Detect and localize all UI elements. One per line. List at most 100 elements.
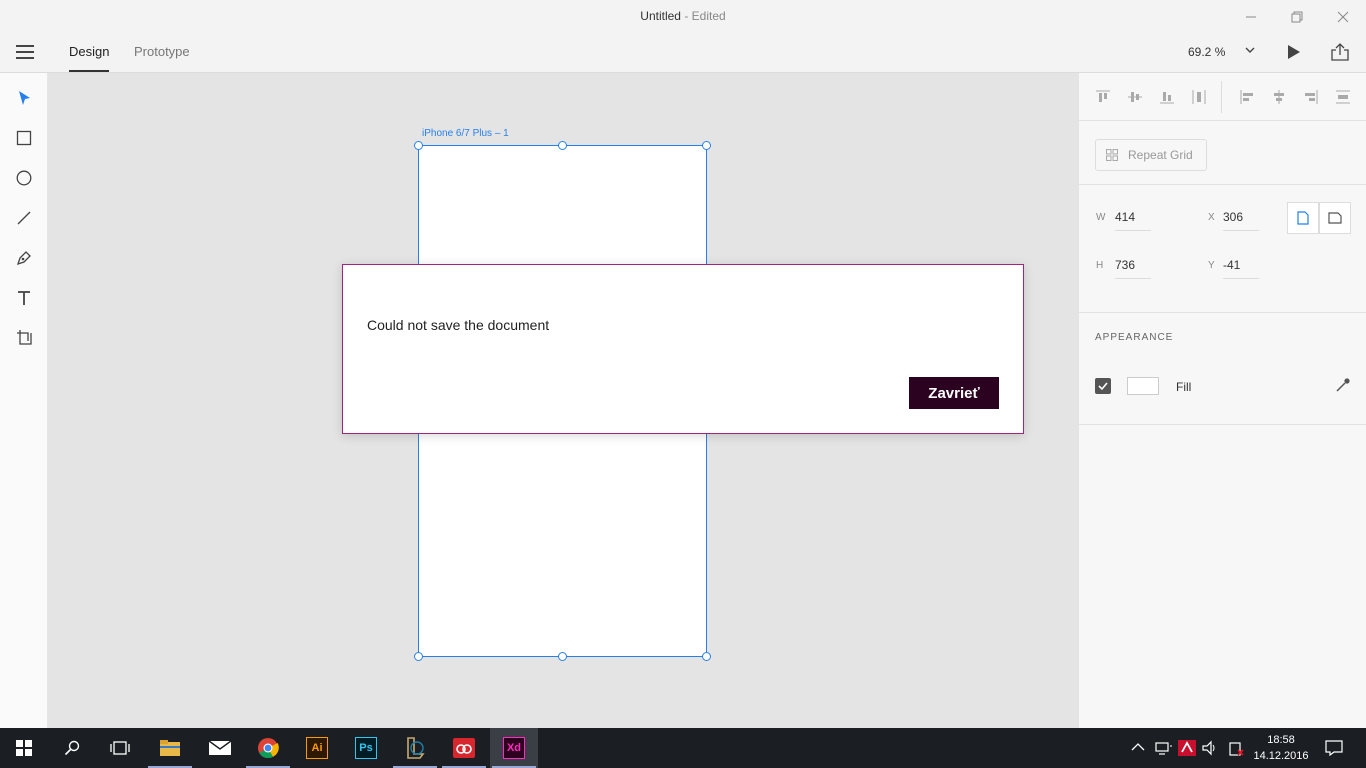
close-button[interactable]	[1320, 0, 1366, 33]
dialog-message: Could not save the document	[367, 317, 550, 333]
network-icon[interactable]	[1155, 740, 1173, 756]
windows-logo-icon	[16, 740, 32, 756]
width-field[interactable]: 414	[1115, 210, 1151, 231]
power-warning-icon[interactable]	[1228, 740, 1244, 756]
repeat-grid-button[interactable]: Repeat Grid	[1095, 139, 1207, 171]
fill-color-swatch[interactable]	[1127, 377, 1159, 395]
mail-taskbar-icon[interactable]	[196, 728, 244, 768]
folder-icon	[160, 740, 180, 756]
height-label: H	[1096, 260, 1104, 271]
notification-center-icon[interactable]	[1325, 740, 1343, 756]
league-taskbar-icon[interactable]	[391, 728, 439, 768]
align-top-icon[interactable]	[1095, 89, 1111, 105]
divider	[1221, 81, 1222, 113]
tab-prototype[interactable]: Prototype	[134, 44, 190, 59]
minimize-icon	[1246, 16, 1256, 17]
antivirus-icon[interactable]	[1178, 740, 1196, 756]
hamburger-menu-icon[interactable]	[16, 45, 34, 59]
pen-tool-icon[interactable]	[14, 248, 34, 268]
eyedropper-icon[interactable]	[1335, 377, 1351, 393]
portrait-orientation-button[interactable]	[1287, 202, 1319, 234]
resize-handle[interactable]	[558, 652, 567, 661]
ellipse-tool-icon[interactable]	[14, 168, 34, 188]
illustrator-icon: Ai	[306, 737, 328, 759]
distribute-vertical-icon[interactable]	[1191, 89, 1207, 105]
chrome-taskbar-icon[interactable]	[244, 728, 292, 768]
tab-design[interactable]: Design	[69, 44, 109, 59]
divider	[1079, 312, 1366, 313]
document-name: Untitled	[640, 9, 681, 23]
landscape-icon	[1328, 212, 1342, 224]
volume-icon[interactable]	[1202, 740, 1218, 756]
align-left-icon[interactable]	[1239, 89, 1255, 105]
y-field[interactable]: -41	[1223, 258, 1259, 279]
play-icon[interactable]	[1287, 44, 1301, 60]
align-toolbar	[1079, 73, 1366, 121]
resize-handle[interactable]	[414, 652, 423, 661]
window-title: Untitled - Edited	[0, 9, 1366, 23]
xd-icon: Xd	[503, 737, 525, 759]
task-view-icon	[110, 741, 130, 755]
tools-toolbar	[0, 73, 48, 728]
photoshop-taskbar-icon[interactable]: Ps	[342, 728, 390, 768]
x-label: X	[1208, 212, 1215, 223]
clock-date: 14.12.2016	[1253, 750, 1309, 762]
portrait-icon	[1297, 211, 1309, 225]
align-right-icon[interactable]	[1303, 89, 1319, 105]
creative-cloud-icon	[453, 738, 475, 758]
close-icon	[1337, 11, 1349, 22]
share-icon[interactable]	[1331, 43, 1349, 61]
x-field[interactable]: 306	[1223, 210, 1259, 231]
task-view-button[interactable]	[96, 728, 144, 768]
active-tab-indicator	[69, 70, 109, 72]
distribute-horizontal-icon[interactable]	[1335, 89, 1351, 105]
line-tool-icon[interactable]	[14, 208, 34, 228]
photoshop-icon: Ps	[355, 737, 377, 759]
repeat-grid-label: Repeat Grid	[1128, 148, 1193, 162]
taskbar: Ai Ps Xd 18:58 14.12.2016	[0, 728, 1366, 768]
fill-label: Fill	[1176, 380, 1192, 394]
chrome-icon	[258, 738, 279, 759]
illustrator-taskbar-icon[interactable]: Ai	[293, 728, 341, 768]
file-explorer-taskbar-icon[interactable]	[146, 728, 194, 768]
resize-handle[interactable]	[702, 652, 711, 661]
text-tool-icon[interactable]	[14, 288, 34, 308]
align-bottom-icon[interactable]	[1159, 89, 1175, 105]
xd-taskbar-icon[interactable]: Xd	[490, 728, 538, 768]
artboard-tool-icon[interactable]	[14, 327, 34, 347]
chevron-up-icon[interactable]	[1131, 742, 1145, 752]
creative-cloud-taskbar-icon[interactable]	[440, 728, 488, 768]
width-label: W	[1096, 212, 1106, 223]
resize-handle[interactable]	[414, 141, 423, 150]
document-status: - Edited	[680, 9, 726, 23]
y-label: Y	[1208, 260, 1215, 271]
checkmark-icon	[1098, 382, 1108, 391]
repeat-grid-icon	[1106, 149, 1118, 161]
menu-bar: Design Prototype 69.2 %	[0, 33, 1366, 73]
resize-handle[interactable]	[702, 141, 711, 150]
divider	[1079, 184, 1366, 185]
property-inspector: Repeat Grid W 414 X 306 H 736 Y -41 APPE…	[1078, 73, 1366, 728]
system-clock[interactable]: 18:58 14.12.2016	[1250, 732, 1312, 764]
league-of-legends-icon	[407, 737, 425, 759]
landscape-orientation-button[interactable]	[1319, 202, 1351, 234]
start-button[interactable]	[0, 728, 48, 768]
select-tool-icon[interactable]	[14, 88, 34, 108]
search-icon	[64, 740, 80, 756]
chevron-down-icon[interactable]	[1244, 43, 1256, 57]
restore-button[interactable]	[1274, 0, 1320, 33]
restore-icon	[1291, 11, 1303, 22]
artboard-label[interactable]: iPhone 6/7 Plus – 1	[422, 128, 509, 139]
minimize-button[interactable]	[1228, 0, 1274, 33]
align-center-icon[interactable]	[1271, 89, 1287, 105]
search-button[interactable]	[48, 728, 96, 768]
align-middle-icon[interactable]	[1127, 89, 1143, 105]
appearance-heading: APPEARANCE	[1095, 332, 1174, 343]
height-field[interactable]: 736	[1115, 258, 1151, 279]
clock-time: 18:58	[1267, 734, 1295, 746]
close-dialog-button[interactable]: Zavrieť	[909, 377, 999, 409]
fill-checkbox[interactable]	[1095, 378, 1111, 394]
rectangle-tool-icon[interactable]	[14, 128, 34, 148]
resize-handle[interactable]	[558, 141, 567, 150]
zoom-level[interactable]: 69.2 %	[1188, 45, 1225, 59]
